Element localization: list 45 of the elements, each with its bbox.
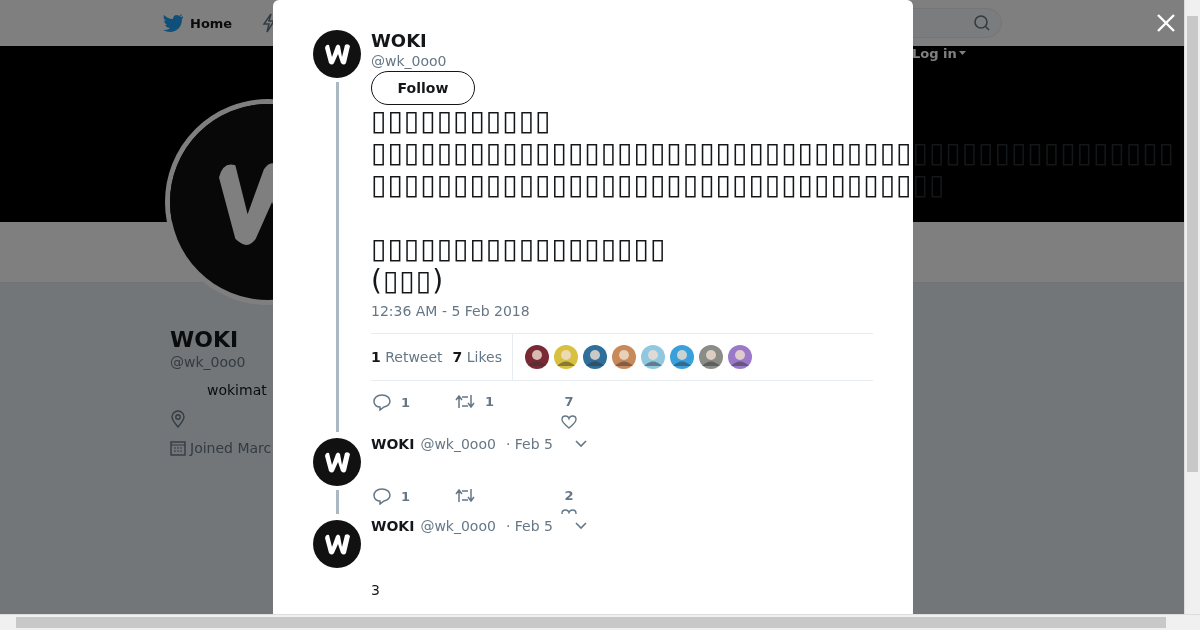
likes-stat[interactable]: 7 Likes xyxy=(452,349,512,365)
tweet-date: · Feb 5 xyxy=(505,518,553,534)
profile-bio: wokimat xyxy=(207,382,267,398)
reply-icon[interactable] xyxy=(373,394,391,411)
avatar-icon xyxy=(313,438,361,486)
horizontal-scrollbar[interactable] xyxy=(0,614,1200,630)
vertical-scrollbar[interactable] xyxy=(1184,0,1200,614)
tweet-text: ▯▯▯▯▯▯▯▯▯▯▯ xyxy=(371,104,552,137)
avatar-icon xyxy=(313,520,361,568)
tweet-text: ▯▯▯▯▯▯▯▯▯▯▯▯▯▯▯▯▯▯ xyxy=(371,232,667,265)
profile-handle: @wk_0oo0 xyxy=(170,354,246,370)
author-handle: @wk_0oo0 xyxy=(420,436,496,452)
like-count: 7 xyxy=(564,394,574,409)
caret-icon xyxy=(958,51,966,56)
avatar-icon xyxy=(313,30,361,78)
follow-button[interactable]: Follow xyxy=(371,71,475,105)
retweet-icon[interactable] xyxy=(455,488,475,503)
caret-icon[interactable] xyxy=(574,522,587,530)
location-icon xyxy=(170,410,186,428)
author-name: WOKI xyxy=(371,518,415,534)
heart-icon[interactable] xyxy=(561,415,577,429)
reply-icon[interactable] xyxy=(373,488,391,505)
login-button[interactable]: Log in xyxy=(912,46,966,61)
calendar-icon xyxy=(170,440,186,456)
tweet-text: (▯▯▯) xyxy=(371,264,445,297)
retweet-icon[interactable] xyxy=(455,394,475,409)
reply-count: 1 xyxy=(401,489,411,504)
tweet-text: 3 xyxy=(371,582,381,598)
search-icon[interactable] xyxy=(973,14,991,32)
caret-icon[interactable] xyxy=(574,440,587,448)
reply-count: 1 xyxy=(401,395,411,410)
author-name: WOKI xyxy=(371,436,415,452)
retweet-count: 1 xyxy=(485,394,495,409)
author-name: WOKI xyxy=(371,30,427,51)
close-button[interactable] xyxy=(1156,13,1176,33)
retweet-stat[interactable]: 1 Retweet xyxy=(371,349,453,365)
like-count: 2 xyxy=(564,488,574,503)
author-handle: @wk_0oo0 xyxy=(420,518,496,534)
tweet-timestamp: 12:36 AM - 5 Feb 2018 xyxy=(371,303,531,319)
bird-icon xyxy=(162,14,184,32)
home-tab[interactable]: Home xyxy=(162,14,233,32)
author-handle: @wk_0oo0 xyxy=(371,53,447,69)
tweet-date: · Feb 5 xyxy=(505,436,553,452)
joined-date: Joined Marc xyxy=(190,440,272,456)
profile-name: WOKI xyxy=(170,327,239,352)
